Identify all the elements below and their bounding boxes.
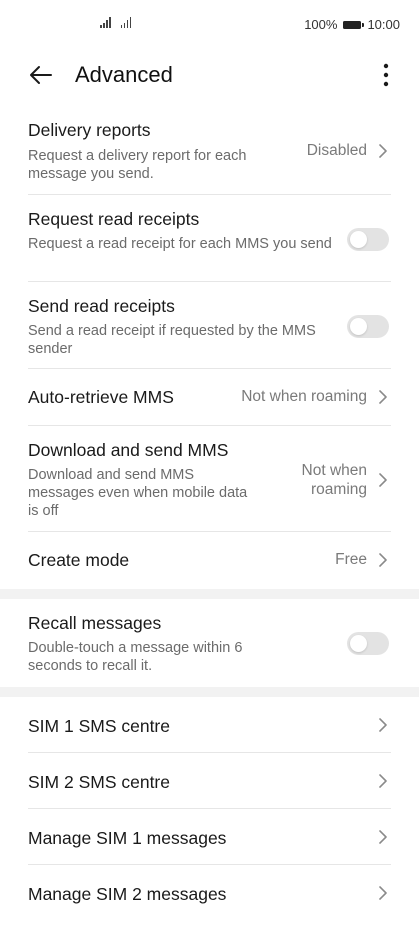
more-vertical-icon bbox=[383, 63, 389, 87]
download-send-mms-value-line1: Not when bbox=[301, 462, 367, 479]
chevron-right-icon bbox=[379, 144, 387, 158]
request-read-receipts-toggle[interactable] bbox=[347, 228, 389, 251]
create-mode-title: Create mode bbox=[28, 550, 130, 570]
more-options-button[interactable] bbox=[371, 60, 401, 90]
download-send-mms-value-line2: roaming bbox=[311, 481, 367, 498]
recall-messages-toggle[interactable] bbox=[347, 632, 389, 655]
delivery-reports-item[interactable]: Delivery reports Request a delivery repo… bbox=[28, 100, 391, 195]
app-bar: Advanced bbox=[0, 50, 419, 100]
clock: 10:00 bbox=[367, 17, 400, 32]
signal-strength-icon bbox=[120, 17, 131, 28]
auto-retrieve-mms-item[interactable]: Auto-retrieve MMS Not when roaming bbox=[28, 369, 391, 426]
toggle-knob bbox=[350, 231, 367, 248]
create-mode-value: Free bbox=[335, 551, 367, 568]
delivery-reports-title: Delivery reports bbox=[28, 120, 151, 140]
recall-messages-subtitle: Double-touch a message within 6 seconds … bbox=[28, 640, 243, 674]
signal-indicators bbox=[100, 17, 131, 28]
manage-sim1-messages-item[interactable]: Manage SIM 1 messages bbox=[28, 809, 391, 865]
send-read-receipts-item[interactable]: Send read receipts Send a read receipt i… bbox=[28, 282, 391, 369]
download-send-mms-subtitle: Download and send MMS messages even when… bbox=[28, 467, 248, 519]
chevron-right-icon bbox=[379, 553, 387, 567]
download-send-mms-value: Not when roaming bbox=[302, 461, 367, 499]
chevron-right-icon bbox=[379, 774, 387, 788]
toggle-knob bbox=[350, 635, 367, 652]
request-read-receipts-item[interactable]: Request read receipts Request a read rec… bbox=[28, 195, 391, 282]
section-divider bbox=[0, 687, 419, 697]
signal-strength-icon bbox=[100, 17, 111, 28]
battery-icon bbox=[343, 20, 365, 29]
status-bar: 100% 10:00 bbox=[0, 0, 419, 50]
section-divider bbox=[0, 589, 419, 599]
delivery-reports-value: Disabled bbox=[306, 142, 367, 159]
create-mode-item[interactable]: Create mode Free bbox=[28, 532, 391, 589]
auto-retrieve-mms-title: Auto-retrieve MMS bbox=[28, 387, 174, 407]
page-title: Advanced bbox=[75, 62, 173, 87]
recall-messages-item[interactable]: Recall messages Double-touch a message w… bbox=[28, 599, 391, 687]
manage-sim1-messages-title: Manage SIM 1 messages bbox=[28, 828, 227, 848]
sim1-sms-centre-title: SIM 1 SMS centre bbox=[28, 716, 170, 736]
auto-retrieve-mms-value: Not when roaming bbox=[241, 388, 367, 405]
toggle-knob bbox=[350, 318, 367, 335]
chevron-right-icon bbox=[379, 886, 387, 900]
settings-list: Delivery reports Request a delivery repo… bbox=[0, 100, 419, 921]
request-read-receipts-subtitle: Request a read receipt for each MMS you … bbox=[28, 236, 332, 252]
manage-sim2-messages-item[interactable]: Manage SIM 2 messages bbox=[28, 865, 391, 921]
send-read-receipts-toggle[interactable] bbox=[347, 315, 389, 338]
chevron-right-icon bbox=[379, 473, 387, 487]
back-button[interactable] bbox=[24, 60, 58, 90]
status-right: 100% 10:00 bbox=[304, 17, 400, 32]
delivery-reports-subtitle: Request a delivery report for each messa… bbox=[28, 148, 247, 182]
request-read-receipts-title: Request read receipts bbox=[28, 209, 200, 229]
battery-percent: 100% bbox=[304, 17, 338, 32]
download-send-mms-item[interactable]: Download and send MMS Download and send … bbox=[28, 426, 391, 532]
chevron-right-icon bbox=[379, 830, 387, 844]
chevron-right-icon bbox=[379, 718, 387, 732]
manage-sim2-messages-title: Manage SIM 2 messages bbox=[28, 884, 227, 904]
recall-messages-title: Recall messages bbox=[28, 613, 162, 633]
sim2-sms-centre-title: SIM 2 SMS centre bbox=[28, 772, 170, 792]
sim1-sms-centre-item[interactable]: SIM 1 SMS centre bbox=[28, 697, 391, 753]
download-send-mms-title: Download and send MMS bbox=[28, 440, 229, 460]
sim2-sms-centre-item[interactable]: SIM 2 SMS centre bbox=[28, 753, 391, 809]
chevron-right-icon bbox=[379, 390, 387, 404]
arrow-left-icon bbox=[30, 66, 52, 84]
send-read-receipts-title: Send read receipts bbox=[28, 296, 175, 316]
send-read-receipts-subtitle: Send a read receipt if requested by the … bbox=[28, 323, 316, 357]
